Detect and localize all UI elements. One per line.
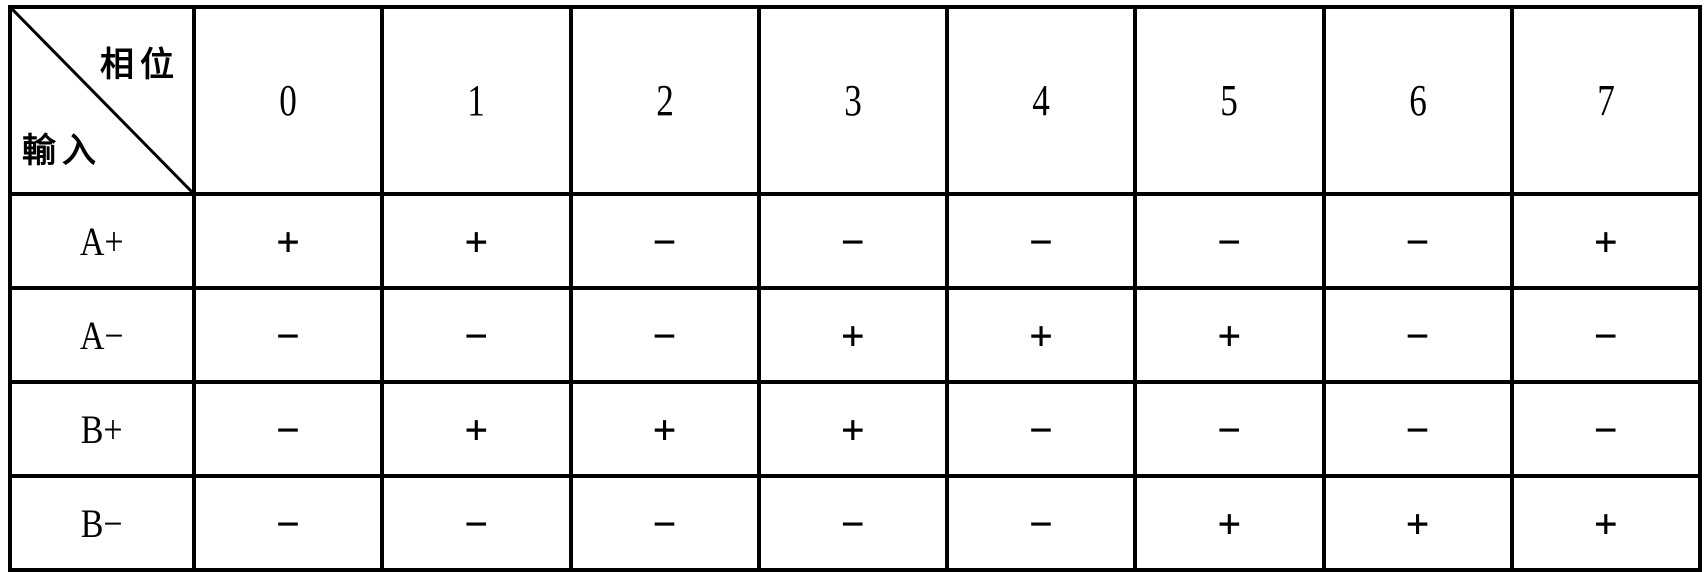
- corner-header-cell: 相位 輸入: [8, 5, 196, 196]
- phase-header-cell: 1: [380, 5, 573, 196]
- sign-value: −: [1406, 407, 1430, 451]
- sign-value: −: [1594, 313, 1618, 357]
- header-row: 相位 輸入 0 1 2 3 4 5 6 7: [8, 5, 1703, 196]
- sign-value: +: [841, 407, 865, 451]
- phase-header-cell: 3: [756, 5, 950, 196]
- sign-value: −: [653, 313, 677, 357]
- phase-header-cell: 6: [1321, 5, 1514, 196]
- sign-cell: −: [944, 380, 1138, 478]
- sign-value: −: [653, 219, 677, 263]
- sign-value: −: [1217, 407, 1241, 451]
- phase-header-cell: 7: [1509, 5, 1703, 196]
- row-label-cell: B−: [8, 474, 196, 572]
- table-row-b-plus: B+ − + + + − − − −: [8, 380, 1703, 478]
- phase-number: 1: [467, 76, 486, 125]
- sign-value: −: [841, 219, 865, 263]
- sign-cell: −: [191, 380, 385, 478]
- sign-value: −: [276, 501, 300, 545]
- sign-cell: −: [380, 474, 573, 572]
- row-label: B+: [81, 406, 123, 452]
- sign-value: −: [1029, 407, 1053, 451]
- sign-cell: −: [756, 474, 950, 572]
- sign-value: +: [1594, 501, 1618, 545]
- sign-value: −: [1406, 219, 1430, 263]
- sign-cell: −: [191, 286, 385, 384]
- sign-value: −: [1406, 313, 1430, 357]
- sign-cell: +: [756, 286, 950, 384]
- sign-value: +: [1217, 313, 1241, 357]
- row-label: A−: [80, 312, 124, 358]
- sign-value: +: [464, 219, 488, 263]
- row-label: A+: [80, 218, 124, 264]
- sign-value: −: [1594, 407, 1618, 451]
- sign-cell: −: [1321, 192, 1514, 290]
- sign-value: −: [464, 313, 488, 357]
- sign-cell: −: [1321, 380, 1514, 478]
- sign-value: −: [841, 501, 865, 545]
- sign-value: −: [276, 407, 300, 451]
- sign-cell: −: [1509, 380, 1703, 478]
- sign-value: −: [653, 501, 677, 545]
- sign-value: +: [1217, 501, 1241, 545]
- phase-header-cell: 2: [568, 5, 761, 196]
- sign-cell: +: [1133, 286, 1326, 384]
- phase-number: 2: [655, 76, 674, 125]
- sign-value: +: [653, 407, 677, 451]
- sign-cell: −: [191, 474, 385, 572]
- phase-number: 4: [1032, 76, 1050, 125]
- sign-value: +: [1406, 501, 1430, 545]
- sign-cell: +: [191, 192, 385, 290]
- sign-cell: −: [1133, 192, 1326, 290]
- sign-value: −: [1029, 219, 1053, 263]
- sign-cell: +: [944, 286, 1138, 384]
- phase-number: 5: [1220, 76, 1239, 125]
- sign-cell: −: [1321, 286, 1514, 384]
- phase-header-cell: 5: [1133, 5, 1326, 196]
- sign-cell: +: [1509, 474, 1703, 572]
- sign-cell: +: [1133, 474, 1326, 572]
- sign-value: +: [464, 407, 488, 451]
- phase-axis-label: 相位: [100, 45, 180, 85]
- sign-cell: −: [568, 474, 761, 572]
- sign-cell: +: [380, 192, 573, 290]
- sign-cell: +: [1509, 192, 1703, 290]
- sign-cell: +: [380, 380, 573, 478]
- sign-value: +: [1029, 313, 1053, 357]
- sign-cell: +: [568, 380, 761, 478]
- phase-header-cell: 0: [191, 5, 385, 196]
- sign-value: +: [276, 219, 300, 263]
- sign-cell: +: [1321, 474, 1514, 572]
- input-axis-label: 輸入: [22, 131, 102, 171]
- sign-cell: −: [1133, 380, 1326, 478]
- sign-cell: −: [380, 286, 573, 384]
- sign-value: −: [464, 501, 488, 545]
- row-label-cell: B+: [8, 380, 196, 478]
- phase-number: 7: [1597, 76, 1615, 125]
- sign-cell: −: [944, 474, 1138, 572]
- sign-value: −: [1029, 501, 1053, 545]
- row-label: B−: [81, 500, 123, 546]
- phase-input-table: 相位 輸入 0 1 2 3 4 5 6 7 A+ + + − − − − − +…: [8, 5, 1703, 572]
- phase-number: 0: [279, 76, 297, 125]
- sign-cell: −: [756, 192, 950, 290]
- sign-cell: −: [944, 192, 1138, 290]
- row-label-cell: A+: [8, 192, 196, 290]
- phase-number: 3: [844, 76, 862, 125]
- table-row-a-plus: A+ + + − − − − − +: [8, 192, 1703, 290]
- sign-cell: −: [1509, 286, 1703, 384]
- sign-cell: −: [568, 192, 761, 290]
- sign-value: −: [276, 313, 300, 357]
- sign-value: +: [841, 313, 865, 357]
- sign-value: −: [1217, 219, 1241, 263]
- table-row-a-minus: A− − − − + + + − −: [8, 286, 1703, 384]
- row-label-cell: A−: [8, 286, 196, 384]
- sign-cell: +: [756, 380, 950, 478]
- sign-cell: −: [568, 286, 761, 384]
- table-row-b-minus: B− − − − − − + + +: [8, 474, 1703, 572]
- sign-value: +: [1594, 219, 1618, 263]
- phase-number: 6: [1408, 76, 1427, 125]
- phase-header-cell: 4: [944, 5, 1138, 196]
